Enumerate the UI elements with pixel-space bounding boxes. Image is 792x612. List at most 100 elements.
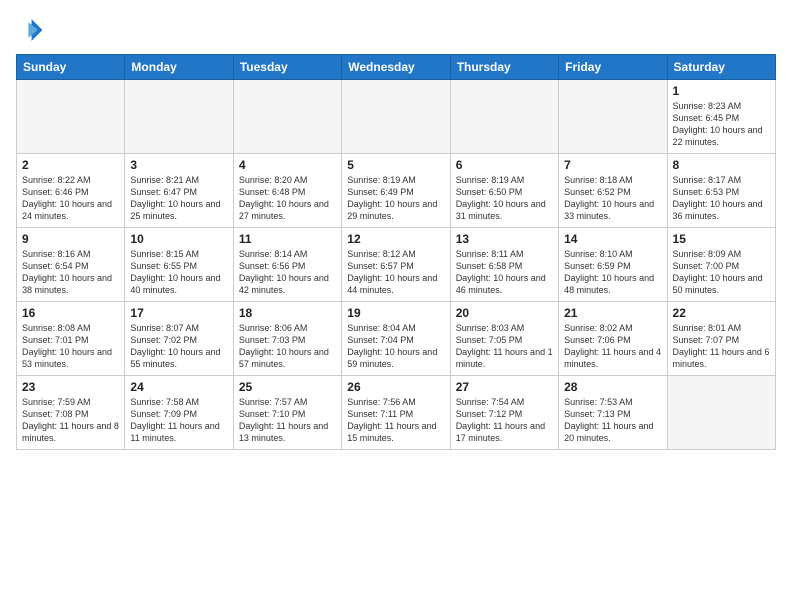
day-number: 21 <box>564 306 661 320</box>
day-number: 26 <box>347 380 444 394</box>
calendar-cell: 16 Sunrise: 8:08 AM Sunset: 7:01 PM Dayli… <box>17 302 125 376</box>
calendar-header-monday: Monday <box>125 55 233 80</box>
day-number: 7 <box>564 158 661 172</box>
calendar-cell <box>559 80 667 154</box>
calendar-cell: 8 Sunrise: 8:17 AM Sunset: 6:53 PM Daylig… <box>667 154 775 228</box>
calendar-cell: 28 Sunrise: 7:53 AM Sunset: 7:13 PM Dayli… <box>559 376 667 450</box>
calendar-cell: 23 Sunrise: 7:59 AM Sunset: 7:08 PM Dayli… <box>17 376 125 450</box>
day-number: 24 <box>130 380 227 394</box>
logo-icon <box>16 16 44 44</box>
calendar-cell: 2 Sunrise: 8:22 AM Sunset: 6:46 PM Daylig… <box>17 154 125 228</box>
day-number: 10 <box>130 232 227 246</box>
calendar-header-tuesday: Tuesday <box>233 55 341 80</box>
calendar-cell: 7 Sunrise: 8:18 AM Sunset: 6:52 PM Daylig… <box>559 154 667 228</box>
calendar-header-sunday: Sunday <box>17 55 125 80</box>
day-info: Sunrise: 8:15 AM Sunset: 6:55 PM Dayligh… <box>130 248 227 297</box>
day-info: Sunrise: 7:54 AM Sunset: 7:12 PM Dayligh… <box>456 396 553 445</box>
calendar-header-wednesday: Wednesday <box>342 55 450 80</box>
calendar-cell: 4 Sunrise: 8:20 AM Sunset: 6:48 PM Daylig… <box>233 154 341 228</box>
calendar-week-1: 1 Sunrise: 8:23 AM Sunset: 6:45 PM Daylig… <box>17 80 776 154</box>
calendar-cell: 10 Sunrise: 8:15 AM Sunset: 6:55 PM Dayli… <box>125 228 233 302</box>
calendar-cell: 3 Sunrise: 8:21 AM Sunset: 6:47 PM Daylig… <box>125 154 233 228</box>
day-number: 12 <box>347 232 444 246</box>
calendar-cell <box>233 80 341 154</box>
day-info: Sunrise: 8:14 AM Sunset: 6:56 PM Dayligh… <box>239 248 336 297</box>
day-number: 9 <box>22 232 119 246</box>
day-info: Sunrise: 8:17 AM Sunset: 6:53 PM Dayligh… <box>673 174 770 223</box>
calendar-cell: 1 Sunrise: 8:23 AM Sunset: 6:45 PM Daylig… <box>667 80 775 154</box>
calendar-cell: 20 Sunrise: 8:03 AM Sunset: 7:05 PM Dayli… <box>450 302 558 376</box>
calendar-cell: 11Sunrise: 8:14 AM Sunset: 6:56 PM Dayli… <box>233 228 341 302</box>
day-number: 22 <box>673 306 770 320</box>
day-info: Sunrise: 8:10 AM Sunset: 6:59 PM Dayligh… <box>564 248 661 297</box>
day-info: Sunrise: 8:01 AM Sunset: 7:07 PM Dayligh… <box>673 322 770 371</box>
day-info: Sunrise: 8:06 AM Sunset: 7:03 PM Dayligh… <box>239 322 336 371</box>
day-info: Sunrise: 7:56 AM Sunset: 7:11 PM Dayligh… <box>347 396 444 445</box>
day-info: Sunrise: 7:58 AM Sunset: 7:09 PM Dayligh… <box>130 396 227 445</box>
calendar-week-4: 16 Sunrise: 8:08 AM Sunset: 7:01 PM Dayli… <box>17 302 776 376</box>
calendar-header-row: SundayMondayTuesdayWednesdayThursdayFrid… <box>17 55 776 80</box>
calendar-cell: 6 Sunrise: 8:19 AM Sunset: 6:50 PM Daylig… <box>450 154 558 228</box>
day-number: 23 <box>22 380 119 394</box>
calendar-cell <box>17 80 125 154</box>
day-number: 27 <box>456 380 553 394</box>
day-number: 14 <box>564 232 661 246</box>
day-info: Sunrise: 8:08 AM Sunset: 7:01 PM Dayligh… <box>22 322 119 371</box>
day-info: Sunrise: 8:09 AM Sunset: 7:00 PM Dayligh… <box>673 248 770 297</box>
page: SundayMondayTuesdayWednesdayThursdayFrid… <box>0 0 792 612</box>
day-info: Sunrise: 8:20 AM Sunset: 6:48 PM Dayligh… <box>239 174 336 223</box>
day-info: Sunrise: 8:12 AM Sunset: 6:57 PM Dayligh… <box>347 248 444 297</box>
calendar-cell: 26 Sunrise: 7:56 AM Sunset: 7:11 PM Dayli… <box>342 376 450 450</box>
day-info: Sunrise: 8:03 AM Sunset: 7:05 PM Dayligh… <box>456 322 553 371</box>
calendar-week-5: 23 Sunrise: 7:59 AM Sunset: 7:08 PM Dayli… <box>17 376 776 450</box>
day-number: 28 <box>564 380 661 394</box>
day-info: Sunrise: 8:11 AM Sunset: 6:58 PM Dayligh… <box>456 248 553 297</box>
day-info: Sunrise: 8:19 AM Sunset: 6:49 PM Dayligh… <box>347 174 444 223</box>
day-info: Sunrise: 8:07 AM Sunset: 7:02 PM Dayligh… <box>130 322 227 371</box>
day-info: Sunrise: 7:53 AM Sunset: 7:13 PM Dayligh… <box>564 396 661 445</box>
day-number: 13 <box>456 232 553 246</box>
calendar-header-thursday: Thursday <box>450 55 558 80</box>
day-number: 17 <box>130 306 227 320</box>
day-number: 1 <box>673 84 770 98</box>
calendar-header-saturday: Saturday <box>667 55 775 80</box>
day-number: 8 <box>673 158 770 172</box>
header <box>16 16 776 44</box>
calendar-cell: 19Sunrise: 8:04 AM Sunset: 7:04 PM Dayli… <box>342 302 450 376</box>
day-info: Sunrise: 8:18 AM Sunset: 6:52 PM Dayligh… <box>564 174 661 223</box>
day-number: 25 <box>239 380 336 394</box>
day-info: Sunrise: 8:22 AM Sunset: 6:46 PM Dayligh… <box>22 174 119 223</box>
day-number: 5 <box>347 158 444 172</box>
calendar-cell: 5 Sunrise: 8:19 AM Sunset: 6:49 PM Daylig… <box>342 154 450 228</box>
calendar-cell: 14 Sunrise: 8:10 AM Sunset: 6:59 PM Dayli… <box>559 228 667 302</box>
calendar-cell <box>450 80 558 154</box>
day-info: Sunrise: 8:21 AM Sunset: 6:47 PM Dayligh… <box>130 174 227 223</box>
calendar-cell <box>667 376 775 450</box>
day-number: 3 <box>130 158 227 172</box>
calendar-cell: 21 Sunrise: 8:02 AM Sunset: 7:06 PM Dayli… <box>559 302 667 376</box>
calendar-table: SundayMondayTuesdayWednesdayThursdayFrid… <box>16 54 776 450</box>
day-info: Sunrise: 7:59 AM Sunset: 7:08 PM Dayligh… <box>22 396 119 445</box>
day-info: Sunrise: 8:23 AM Sunset: 6:45 PM Dayligh… <box>673 100 770 149</box>
calendar-header-friday: Friday <box>559 55 667 80</box>
day-info: Sunrise: 8:19 AM Sunset: 6:50 PM Dayligh… <box>456 174 553 223</box>
calendar-cell <box>125 80 233 154</box>
calendar-week-3: 9 Sunrise: 8:16 AM Sunset: 6:54 PM Daylig… <box>17 228 776 302</box>
calendar-cell: 15Sunrise: 8:09 AM Sunset: 7:00 PM Dayli… <box>667 228 775 302</box>
logo <box>16 16 48 44</box>
day-info: Sunrise: 8:02 AM Sunset: 7:06 PM Dayligh… <box>564 322 661 371</box>
calendar-cell: 22 Sunrise: 8:01 AM Sunset: 7:07 PM Dayli… <box>667 302 775 376</box>
calendar-cell: 27 Sunrise: 7:54 AM Sunset: 7:12 PM Dayli… <box>450 376 558 450</box>
calendar-cell: 17 Sunrise: 8:07 AM Sunset: 7:02 PM Dayli… <box>125 302 233 376</box>
day-info: Sunrise: 8:16 AM Sunset: 6:54 PM Dayligh… <box>22 248 119 297</box>
day-number: 16 <box>22 306 119 320</box>
day-info: Sunrise: 7:57 AM Sunset: 7:10 PM Dayligh… <box>239 396 336 445</box>
day-number: 19 <box>347 306 444 320</box>
day-number: 4 <box>239 158 336 172</box>
day-number: 20 <box>456 306 553 320</box>
calendar-cell: 12 Sunrise: 8:12 AM Sunset: 6:57 PM Dayli… <box>342 228 450 302</box>
calendar-cell: 25 Sunrise: 7:57 AM Sunset: 7:10 PM Dayli… <box>233 376 341 450</box>
day-number: 2 <box>22 158 119 172</box>
calendar-cell: 9 Sunrise: 8:16 AM Sunset: 6:54 PM Daylig… <box>17 228 125 302</box>
day-number: 6 <box>456 158 553 172</box>
